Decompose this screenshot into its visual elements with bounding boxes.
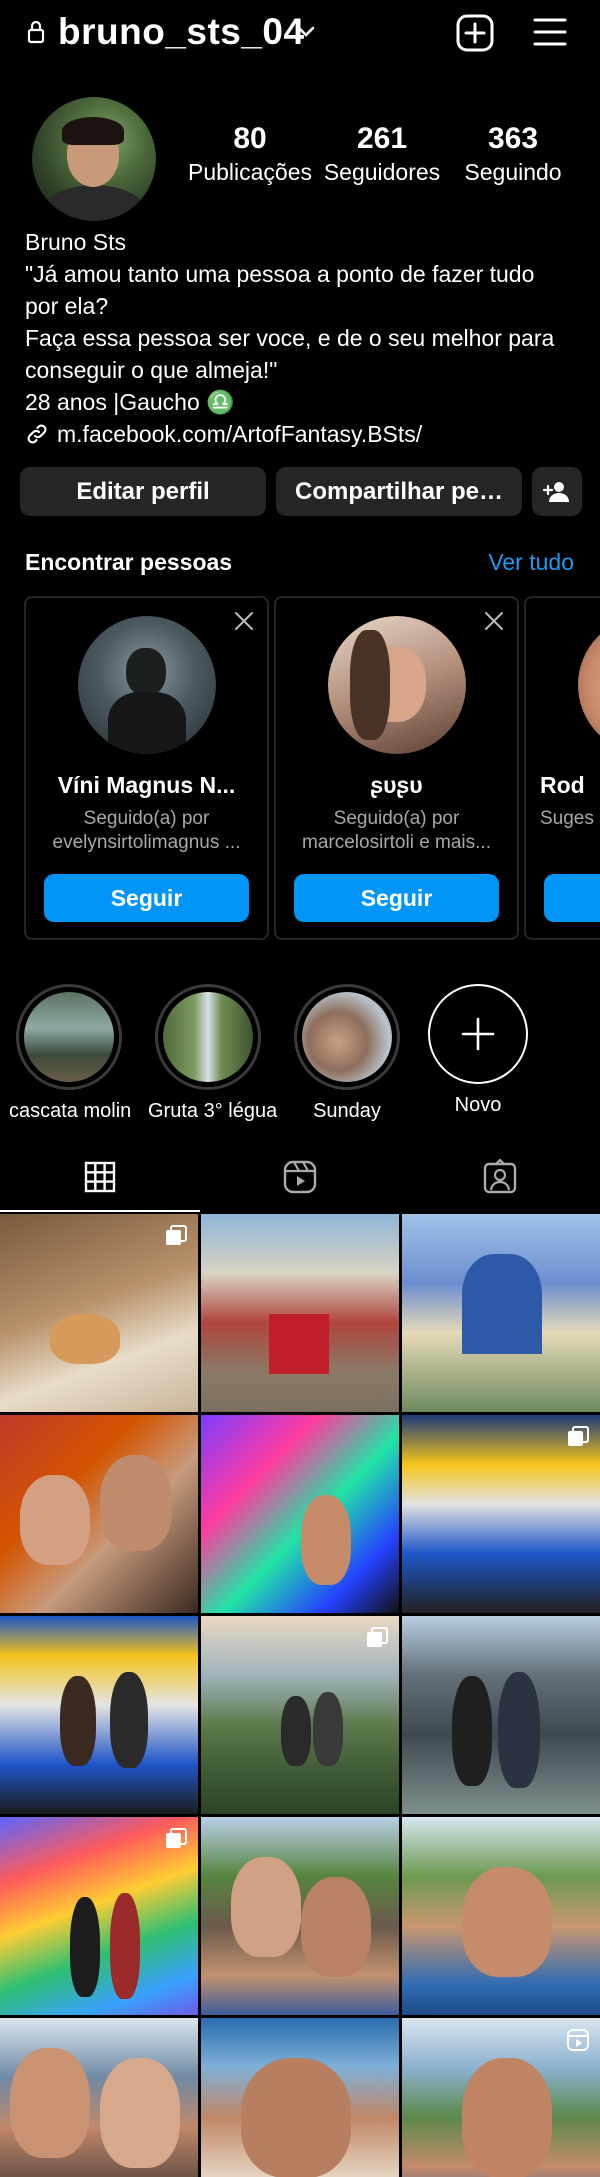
post-thumbnail[interactable] [402,1415,600,1613]
posts-grid [0,1214,600,2177]
suggestion-name[interactable]: ʂυʂυ [286,772,507,799]
highlight-sunday[interactable]: Sunday [287,984,407,1123]
bio-line: Faça essa pessoa ser voce, e de o seu me… [25,325,555,351]
reel-icon [567,2029,589,2051]
suggestion-context: marcelosirtoli e mais... [302,832,491,853]
profile-bio: Bruno Sts "Já amou tanto uma pessoa a po… [25,226,585,450]
suggestion-context: Seguido(a) por [333,808,460,829]
suggestion-context: Seguido(a) por [83,808,210,829]
active-tab-indicator [0,1210,200,1212]
bio-link-text[interactable]: m.facebook.com/ArtofFantasy.BSts/ [57,418,422,450]
discover-people-button[interactable] [532,467,582,516]
posts-label: Publicações [187,159,313,185]
post-thumbnail[interactable] [0,1415,198,1613]
highlight-label: cascata molin [9,1100,132,1122]
new-highlight[interactable]: Novo [418,984,538,1117]
suggestion-card[interactable]: Rod Suges [524,596,600,940]
bio-line: por ela? [25,293,109,319]
post-thumbnail[interactable] [402,1817,600,2015]
create-post-icon[interactable] [456,14,494,52]
suggestion-context: Suges [540,808,594,829]
tab-reels[interactable] [200,1142,400,1212]
suggestion-avatar[interactable] [78,616,216,754]
hamburger-menu-icon[interactable] [533,16,567,48]
post-thumbnail[interactable] [0,1817,198,2015]
carousel-icon [166,1828,187,1848]
carousel-icon [367,1627,388,1647]
carousel-icon [166,1225,187,1245]
link-icon [27,424,47,444]
suggestions-title: Encontrar pessoas [25,549,233,575]
highlight-cover [24,992,114,1082]
top-bar: bruno_sts_04 [0,0,600,66]
suggestions-carousel[interactable]: Víni Magnus N... Seguido(a) por evelynsi… [24,596,600,940]
highlight-cover [302,992,392,1082]
post-thumbnail[interactable] [201,1214,399,1412]
bio-line: 28 anos |Gaucho ♎ [25,389,235,415]
tagged-person-icon [483,1159,517,1194]
suggestion-name[interactable]: Rod [540,772,600,799]
following-label: Seguindo [464,159,562,185]
carousel-icon [568,1426,589,1446]
grid-icon [84,1161,116,1193]
following-count: 363 [487,122,539,155]
share-profile-button[interactable]: Compartilhar pe… [276,467,522,516]
stat-following[interactable]: 363 Seguindo [443,122,583,188]
stat-posts[interactable]: 80 Publicações [180,122,320,188]
username-switcher[interactable]: bruno_sts_04 [58,10,305,54]
post-thumbnail[interactable] [0,2018,198,2177]
highlight-cover [163,992,253,1082]
post-thumbnail[interactable] [0,1214,198,1412]
post-thumbnail[interactable] [402,1616,600,1814]
posts-count: 80 [233,122,267,155]
suggestion-card[interactable]: ʂυʂυ Seguido(a) por marcelosirtoli e mai… [274,596,519,940]
tab-tagged[interactable] [400,1142,600,1212]
profile-name: Bruno Sts [25,229,126,255]
post-thumbnail[interactable] [201,1415,399,1613]
highlight-label: Novo [454,1094,502,1116]
tab-posts-grid[interactable] [0,1142,200,1212]
highlight-cascata[interactable]: cascata molin [9,984,132,1123]
bio-line: conseguir o que almeja!" [25,357,278,383]
profile-tabs [0,1142,600,1212]
post-thumbnail[interactable] [201,2018,399,2177]
add-person-icon [543,481,569,502]
follow-button[interactable]: Seguir [294,874,499,922]
highlight-label: Gruta 3° légua [148,1100,278,1122]
chevron-down-icon[interactable] [296,22,316,42]
highlight-label: Sunday [313,1100,381,1122]
suggestion-avatar[interactable] [578,616,600,754]
suggestion-avatar[interactable] [328,616,466,754]
bio-line: "Já amou tanto uma pessoa a ponto de faz… [25,261,535,287]
see-all-link[interactable]: Ver tudo [488,549,574,576]
followers-count: 261 [356,122,408,155]
follow-button[interactable] [544,874,600,922]
edit-profile-button[interactable]: Editar perfil [20,467,266,516]
post-thumbnail[interactable] [201,1616,399,1814]
post-thumbnail[interactable] [402,1214,600,1412]
reels-icon [283,1160,317,1194]
close-icon[interactable] [483,610,505,632]
follow-button[interactable]: Seguir [44,874,249,922]
post-thumbnail[interactable] [402,2018,600,2177]
lock-icon [27,20,45,44]
post-thumbnail[interactable] [201,1817,399,2015]
bio-link[interactable]: m.facebook.com/ArtofFantasy.BSts/ [25,418,585,450]
suggestion-name[interactable]: Víni Magnus N... [36,772,257,799]
plus-icon [461,1017,495,1051]
highlight-gruta[interactable]: Gruta 3° légua [148,984,278,1123]
profile-avatar[interactable] [32,97,156,221]
suggestion-context: evelynsirtolimagnus ... [52,832,241,853]
stat-followers[interactable]: 261 Seguidores [312,122,452,188]
post-thumbnail[interactable] [0,1616,198,1814]
suggestion-card[interactable]: Víni Magnus N... Seguido(a) por evelynsi… [24,596,269,940]
close-icon[interactable] [233,610,255,632]
followers-label: Seguidores [323,159,441,185]
